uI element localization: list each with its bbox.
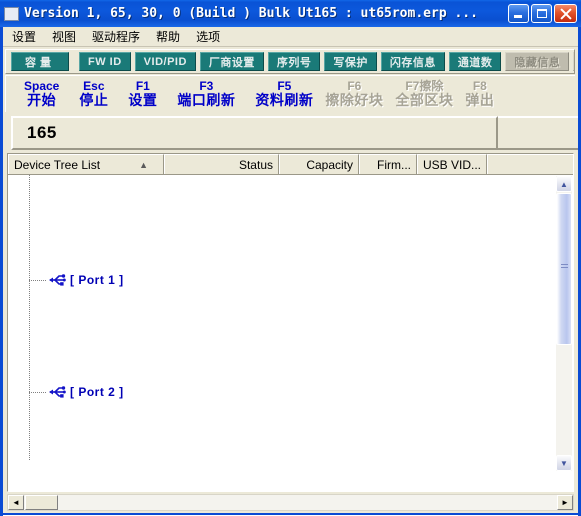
info-panel-value: 165: [27, 123, 57, 142]
menu-bar: 设置 视图 驱动程序 帮助 选项: [3, 27, 578, 47]
window-controls: [508, 4, 577, 23]
menu-item-view[interactable]: 视图: [45, 26, 83, 47]
tab-serial-number[interactable]: 序列号: [267, 52, 321, 71]
horizontal-scrollbar[interactable]: ◄ ►: [7, 494, 574, 511]
tab-channel-count[interactable]: 通道数: [448, 52, 502, 71]
toolbar-button-erase-good-block: F6 擦除好块: [325, 80, 383, 107]
usb-icon: [47, 384, 67, 400]
title-bar: Version 1, 65, 30, 0 (Build ) Bulk Ut165…: [0, 0, 581, 27]
window-title: Version 1, 65, 30, 0 (Build ) Bulk Ut165…: [24, 6, 478, 21]
tree-connector-vertical: [29, 175, 30, 460]
tree-connector-horizontal: [29, 279, 47, 281]
column-label-device-tree-list: Device Tree List: [14, 157, 101, 172]
column-header-usb-vid[interactable]: USB VID...: [417, 154, 487, 174]
column-label-usb-vid: USB VID...: [423, 157, 482, 172]
toolbar-label-settings: 设置: [128, 91, 158, 108]
tree-connector-horizontal: [29, 391, 47, 393]
maximize-button[interactable]: [531, 4, 552, 23]
toolbar-button-stop[interactable]: Esc 停止: [79, 80, 108, 107]
tab-enable: 启用: [573, 52, 574, 71]
list-item-label: [ Port 2 ]: [70, 385, 124, 399]
list-header: Device Tree List ▲ Status Capacity Firm.…: [8, 154, 573, 175]
tab-strip: 容量 FW ID VID/PID 厂商设置 序列号 写保护 闪存信息 通道数 隐…: [5, 49, 575, 74]
menu-item-driver[interactable]: 驱动程序: [85, 26, 147, 47]
close-button[interactable]: [554, 4, 577, 23]
tab-vendor-settings[interactable]: 厂商设置: [199, 52, 264, 71]
column-label-status: Status: [238, 157, 273, 172]
vertical-scrollbar[interactable]: ▲ ▼: [556, 176, 572, 471]
column-header-device-tree-list[interactable]: Device Tree List ▲: [8, 154, 164, 174]
toolbar-button-erase-all-blocks: F7擦除 全部区块: [395, 80, 453, 107]
minimize-icon: [514, 15, 522, 18]
device-tree-list: Device Tree List ▲ Status Capacity Firm.…: [7, 153, 574, 492]
toolbar-label-erase-all-blocks: 全部区块: [395, 91, 454, 108]
column-label-capacity: Capacity: [306, 157, 353, 172]
toolbar-label-start: 开始: [27, 91, 57, 108]
menu-item-options[interactable]: 选项: [189, 26, 227, 47]
app-icon: [4, 6, 19, 21]
tab-write-protect[interactable]: 写保护: [324, 52, 377, 71]
scroll-right-button[interactable]: ►: [557, 495, 573, 510]
minimize-button[interactable]: [508, 4, 529, 23]
scroll-down-button[interactable]: ▼: [556, 455, 572, 471]
info-panel-extra: [498, 116, 578, 150]
vertical-scroll-thumb[interactable]: [556, 193, 572, 345]
toolbar-button-start[interactable]: Space 开始: [24, 80, 59, 107]
scroll-left-button[interactable]: ◄: [8, 495, 24, 510]
column-header-spacer[interactable]: [487, 154, 573, 174]
column-header-status[interactable]: Status: [164, 154, 279, 174]
toolbar-label-refresh-port: 端口刷新: [177, 91, 236, 108]
function-key-toolbar: Space 开始 Esc 停止 F1 设置 F3 端口刷新 F5 资料刷新 F6…: [5, 75, 575, 112]
tab-vid-pid[interactable]: VID/PID: [134, 52, 196, 71]
list-body: [ Port 1 ] [Port 2]: [8, 175, 556, 471]
application-window: Version 1, 65, 30, 0 (Build ) Bulk Ut165…: [0, 0, 581, 516]
toolbar-button-refresh-data[interactable]: F5 资料刷新: [255, 80, 313, 107]
toolbar-label-eject: 弹出: [465, 91, 495, 108]
toolbar-label-refresh-data: 资料刷新: [255, 91, 314, 108]
list-item-label: [ Port 1 ]: [70, 273, 124, 287]
toolbar-label-erase-good-block: 擦除好块: [325, 91, 384, 108]
column-header-capacity[interactable]: Capacity: [279, 154, 359, 174]
info-panel: 165: [11, 116, 498, 150]
tab-fw-id[interactable]: FW ID: [79, 52, 131, 71]
sort-ascending-icon: ▲: [139, 159, 148, 170]
menu-item-help[interactable]: 帮助: [149, 26, 187, 47]
column-label-firmware: Firm...: [377, 157, 411, 172]
scroll-up-button[interactable]: ▲: [556, 176, 572, 192]
list-item[interactable]: [ Port 2 ]: [29, 383, 124, 401]
column-header-firmware[interactable]: Firm...: [359, 154, 417, 174]
window-client-area: 设置 视图 驱动程序 帮助 选项 容量 FW ID VID/PID 厂商设置 序…: [3, 27, 578, 516]
tab-capacity[interactable]: 容量: [11, 52, 69, 71]
maximize-icon: [537, 9, 547, 18]
toolbar-button-refresh-port[interactable]: F3 端口刷新: [177, 80, 235, 107]
toolbar-button-settings[interactable]: F1 设置: [128, 80, 157, 107]
list-item[interactable]: [ Port 1 ]: [29, 271, 124, 289]
horizontal-scroll-thumb[interactable]: [25, 495, 58, 510]
menu-item-settings[interactable]: 设置: [5, 26, 43, 47]
toolbar-button-eject: F8 弹出: [465, 80, 494, 107]
tab-flash-info[interactable]: 闪存信息: [380, 52, 445, 71]
usb-icon: [47, 272, 67, 288]
tab-hidden-info: 隐藏信息: [505, 52, 570, 71]
scroll-thumb-grip: [561, 264, 568, 270]
toolbar-label-stop: 停止: [79, 91, 109, 108]
